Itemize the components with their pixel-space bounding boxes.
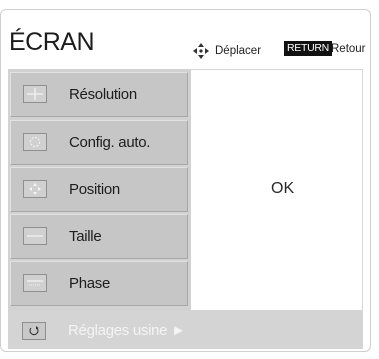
screen-menu-panel: ÉCRAN Déplacer RETURN Retour Résolution (0, 0, 379, 359)
return-key-badge: RETURN (284, 41, 332, 56)
menu-item-label: Taille (69, 228, 102, 245)
menu-item-position[interactable]: Position (10, 167, 188, 212)
menu-item-auto-config[interactable]: Config. auto. (10, 120, 188, 165)
move-help: Déplacer (191, 43, 261, 59)
menu-item-phase[interactable]: Phase (10, 261, 188, 306)
reset-bar[interactable]: Réglages usine ► (8, 311, 363, 349)
position-icon (23, 180, 47, 198)
auto-config-icon (23, 133, 47, 151)
four-way-arrow-icon (191, 43, 211, 59)
menu-item-size[interactable]: Taille (10, 214, 188, 259)
menu-item-label: Config. auto. (69, 134, 151, 151)
size-icon (23, 227, 47, 245)
menu-item-label: Résolution (69, 86, 137, 103)
reset-label: Réglages usine ► (68, 322, 186, 339)
reset-icon (22, 322, 46, 340)
menu-item-label: Phase (69, 275, 111, 292)
resolution-icon (23, 85, 47, 103)
detail-value: OK (271, 180, 295, 197)
menu-item-resolution[interactable]: Résolution (10, 72, 188, 117)
return-help-label: Retour (331, 43, 366, 55)
phase-icon (23, 274, 47, 292)
move-help-label: Déplacer (215, 45, 262, 57)
menu-item-label: Position (69, 181, 120, 198)
menu-title: ÉCRAN (9, 28, 95, 56)
